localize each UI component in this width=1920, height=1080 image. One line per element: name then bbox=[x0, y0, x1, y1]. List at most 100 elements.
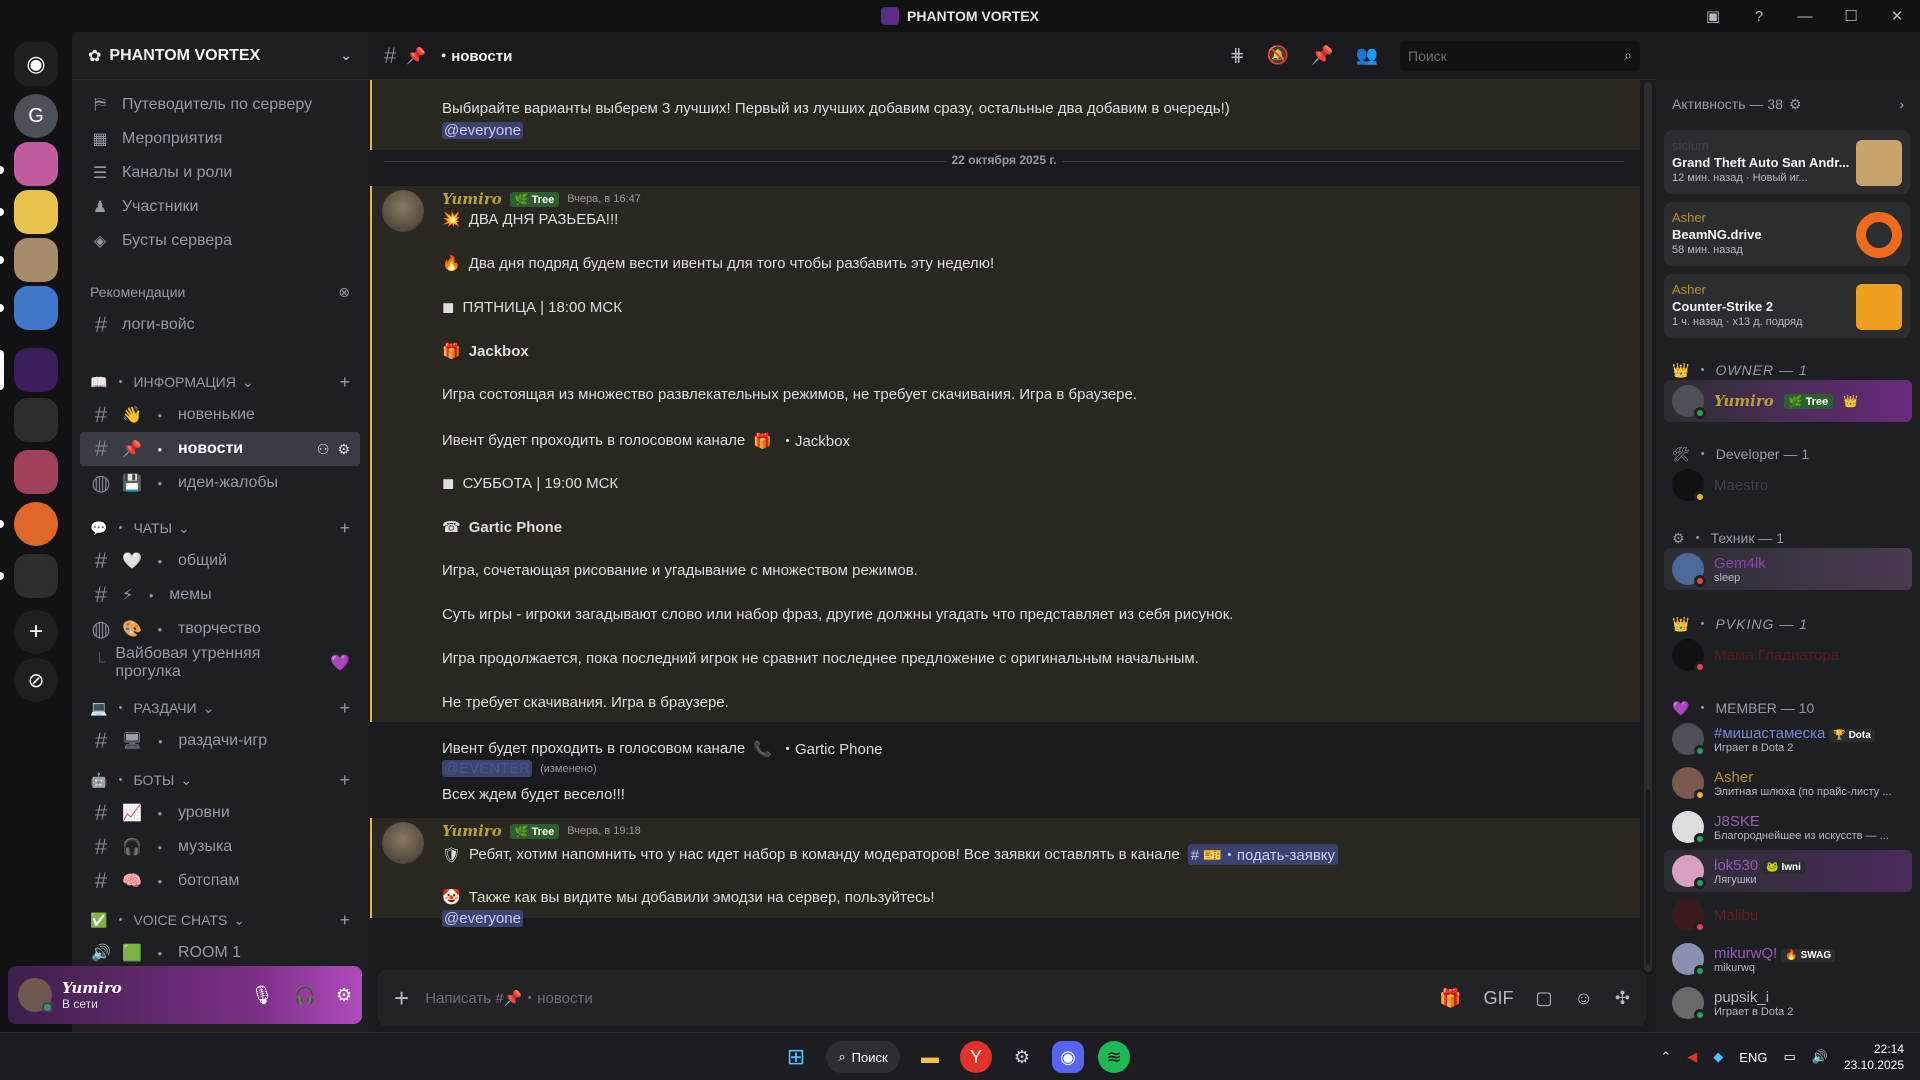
maximize-button[interactable]: ☐ bbox=[1828, 0, 1874, 32]
channel-memes[interactable]: # ⚡ ・ мемы bbox=[80, 578, 360, 612]
nav-boosts[interactable]: ◈ Бусты сервера bbox=[80, 224, 360, 258]
server-icon[interactable] bbox=[14, 398, 58, 442]
invite-icon[interactable]: ⚇ bbox=[317, 441, 330, 458]
channel-botspam[interactable]: # 🧠 ・ ботспам bbox=[80, 864, 360, 898]
channel-news[interactable]: # 📌 ・ новости ⚇ ⚙ bbox=[80, 432, 360, 466]
add-server-icon[interactable]: + bbox=[14, 610, 58, 654]
channel-ideas[interactable]: ◍ 💾 ・ идеи-жалобы bbox=[80, 466, 360, 500]
attach-plus-icon[interactable]: + bbox=[394, 983, 409, 1014]
network-icon[interactable]: ▭ bbox=[1783, 1049, 1795, 1065]
avatar[interactable] bbox=[382, 190, 424, 232]
add-channel-icon[interactable]: + bbox=[339, 910, 350, 931]
inbox-icon[interactable]: ▣ bbox=[1690, 0, 1736, 32]
pinned-messages-icon[interactable]: 📌 bbox=[1311, 45, 1333, 66]
channel-newbies[interactable]: # 👋 ・ новенькие bbox=[80, 398, 360, 432]
category-voice[interactable]: ✅ ・ VOICE CHATS ⌄ + bbox=[80, 904, 360, 936]
scrollbar[interactable] bbox=[1644, 82, 1652, 972]
tray-app-icon[interactable]: ◆ bbox=[1713, 1049, 1723, 1065]
server-icon-phantom-vortex[interactable] bbox=[14, 348, 58, 392]
member-item[interactable]: Malibu bbox=[1664, 894, 1912, 936]
mute-bell-icon[interactable]: 🔕 bbox=[1267, 45, 1289, 66]
spotify-icon[interactable]: ≋ bbox=[1098, 1041, 1130, 1073]
chevron-up-icon[interactable]: ⌃ bbox=[1660, 1049, 1671, 1065]
taskbar-search[interactable]: ⌕ Поиск bbox=[826, 1041, 900, 1073]
member-item[interactable]: Мама Гладиатора bbox=[1664, 634, 1912, 676]
member-item[interactable]: mikurwQ! 🔥 SWAG mikurwq bbox=[1664, 938, 1912, 980]
add-channel-icon[interactable]: + bbox=[339, 518, 350, 539]
server-icon[interactable] bbox=[14, 142, 58, 186]
server-header[interactable]: ✿ PHANTOM VORTEX ⌄ bbox=[72, 32, 368, 80]
mention-everyone[interactable]: @everyone bbox=[442, 910, 523, 927]
volume-icon[interactable]: 🔊 bbox=[1812, 1049, 1828, 1065]
member-list-icon[interactable]: 👥 bbox=[1356, 45, 1378, 66]
chevron-right-icon[interactable]: › bbox=[1899, 96, 1904, 113]
activity-card[interactable]: Asher Counter-Strike 2 1 ч. назад · x13 … bbox=[1664, 274, 1910, 338]
nav-members[interactable]: ♟ Участники bbox=[80, 190, 360, 224]
nav-events[interactable]: ▦ Мероприятия bbox=[80, 122, 360, 156]
server-icon[interactable] bbox=[14, 238, 58, 282]
message-input[interactable] bbox=[425, 989, 1424, 1007]
threads-icon[interactable]: ⋕ bbox=[1230, 45, 1245, 66]
gear-icon[interactable]: ⚙ bbox=[1789, 96, 1802, 113]
member-item[interactable]: pupsik_i Играет в Dota 2 bbox=[1664, 982, 1912, 1024]
add-channel-icon[interactable]: + bbox=[339, 770, 350, 791]
discover-icon[interactable]: ⊘ bbox=[14, 658, 58, 702]
category-giveaways[interactable]: 💻 ・ РАЗДАЧИ ⌄ + bbox=[80, 692, 360, 724]
add-channel-icon[interactable]: + bbox=[339, 698, 350, 719]
gif-icon[interactable]: GIF bbox=[1484, 988, 1514, 1009]
member-item[interactable]: Yumiro 🌿 Tree 👑 bbox=[1664, 380, 1912, 422]
nav-channels-roles[interactable]: ☰ Каналы и роли bbox=[80, 156, 360, 190]
server-folder[interactable] bbox=[14, 554, 58, 598]
user-panel[interactable]: Yumiro В сети 🎙 🎧 ⚙ bbox=[8, 966, 362, 1024]
category-chats[interactable]: 💬 ・ ЧАТЫ ⌄ + bbox=[80, 512, 360, 544]
channel-game-giveaways[interactable]: # 🖥 ・ раздачи-игр bbox=[80, 724, 360, 758]
voice-room-1[interactable]: 🔊 🟩 ・ ROOM 1 bbox=[80, 936, 360, 970]
channel-link[interactable]: # 🎫・подать-заявку bbox=[1187, 844, 1339, 865]
member-item[interactable]: Maestro bbox=[1664, 464, 1912, 506]
add-channel-icon[interactable]: + bbox=[339, 372, 350, 393]
channel-creative[interactable]: ◍ 🎨 ・ творчество bbox=[80, 612, 360, 646]
server-icon[interactable] bbox=[14, 502, 58, 546]
message-author[interactable]: Yumiro bbox=[442, 822, 502, 840]
server-icon[interactable]: G bbox=[14, 94, 58, 138]
avatar[interactable] bbox=[382, 822, 424, 864]
thread-walk[interactable]: └ Вайбовая утренняя прогулка 💜 bbox=[80, 645, 360, 680]
tray-app-icon[interactable]: ◀ bbox=[1687, 1049, 1697, 1065]
voice-channel-link[interactable]: ・Gartic Phone bbox=[780, 738, 883, 759]
microphone-icon[interactable]: 🎙 bbox=[251, 985, 274, 1006]
server-icon[interactable] bbox=[14, 286, 58, 330]
nav-server-guide[interactable]: ⛿ Путеводитель по серверу bbox=[80, 88, 360, 122]
emoji-icon[interactable]: ☺ bbox=[1575, 988, 1593, 1009]
activity-card[interactable]: sicium Grand Theft Auto San Andr... 12 м… bbox=[1664, 130, 1910, 194]
headphones-icon[interactable]: 🎧 bbox=[293, 985, 315, 1006]
server-icon[interactable] bbox=[14, 450, 58, 494]
search-input[interactable]: Поиск ⌕ bbox=[1400, 40, 1640, 71]
yandex-browser-icon[interactable]: Y bbox=[960, 1041, 992, 1073]
sticker-icon[interactable]: ▢ bbox=[1536, 988, 1553, 1009]
gear-icon[interactable]: ⚙ bbox=[337, 441, 350, 458]
mention-everyone[interactable]: @everyone bbox=[442, 122, 523, 139]
clock[interactable]: 22:14 23.10.2025 bbox=[1844, 1041, 1904, 1073]
server-icon[interactable] bbox=[14, 190, 58, 234]
voice-channel-link[interactable]: ・Jackbox bbox=[780, 430, 850, 451]
member-item[interactable]: J8SKE Благороднейшее из искусств — ... bbox=[1664, 806, 1912, 848]
steam-icon[interactable]: ⚙ bbox=[1006, 1041, 1038, 1073]
channel-music[interactable]: # 🎧 ・ музыка bbox=[80, 830, 360, 864]
language-indicator[interactable]: ENG bbox=[1739, 1050, 1767, 1065]
member-item[interactable]: Asher Элитная шлюха (по прайс-листу ... bbox=[1664, 762, 1912, 804]
mention-role[interactable]: @EVENTER bbox=[442, 760, 533, 777]
discord-home-icon[interactable]: ◉ bbox=[14, 42, 58, 86]
discord-icon[interactable]: ◉ bbox=[1052, 1041, 1084, 1073]
windows-start-icon[interactable]: ⊞ bbox=[780, 1041, 812, 1073]
gift-icon[interactable]: 🎁 bbox=[1439, 988, 1461, 1009]
member-item[interactable]: #мишастамеска 🏆 Dota Играет в Dota 2 bbox=[1664, 718, 1912, 760]
category-info[interactable]: 📖 ・ ИНФОРМАЦИЯ ⌄ + bbox=[80, 366, 360, 398]
channel-voice-logs[interactable]: # логи-войс bbox=[80, 308, 360, 342]
minimize-button[interactable]: — bbox=[1782, 0, 1828, 32]
apps-icon[interactable]: ✣ bbox=[1615, 988, 1630, 1009]
member-item[interactable]: lok530 🐸 Iwni Лягушки bbox=[1664, 850, 1912, 892]
activity-card[interactable]: Asher BeamNG.drive 58 мин. назад bbox=[1664, 202, 1910, 266]
category-bots[interactable]: 🤖 ・ БОТЫ ⌄ + bbox=[80, 764, 360, 796]
close-button[interactable]: ✕ bbox=[1874, 0, 1920, 32]
avatar[interactable] bbox=[18, 978, 53, 1013]
